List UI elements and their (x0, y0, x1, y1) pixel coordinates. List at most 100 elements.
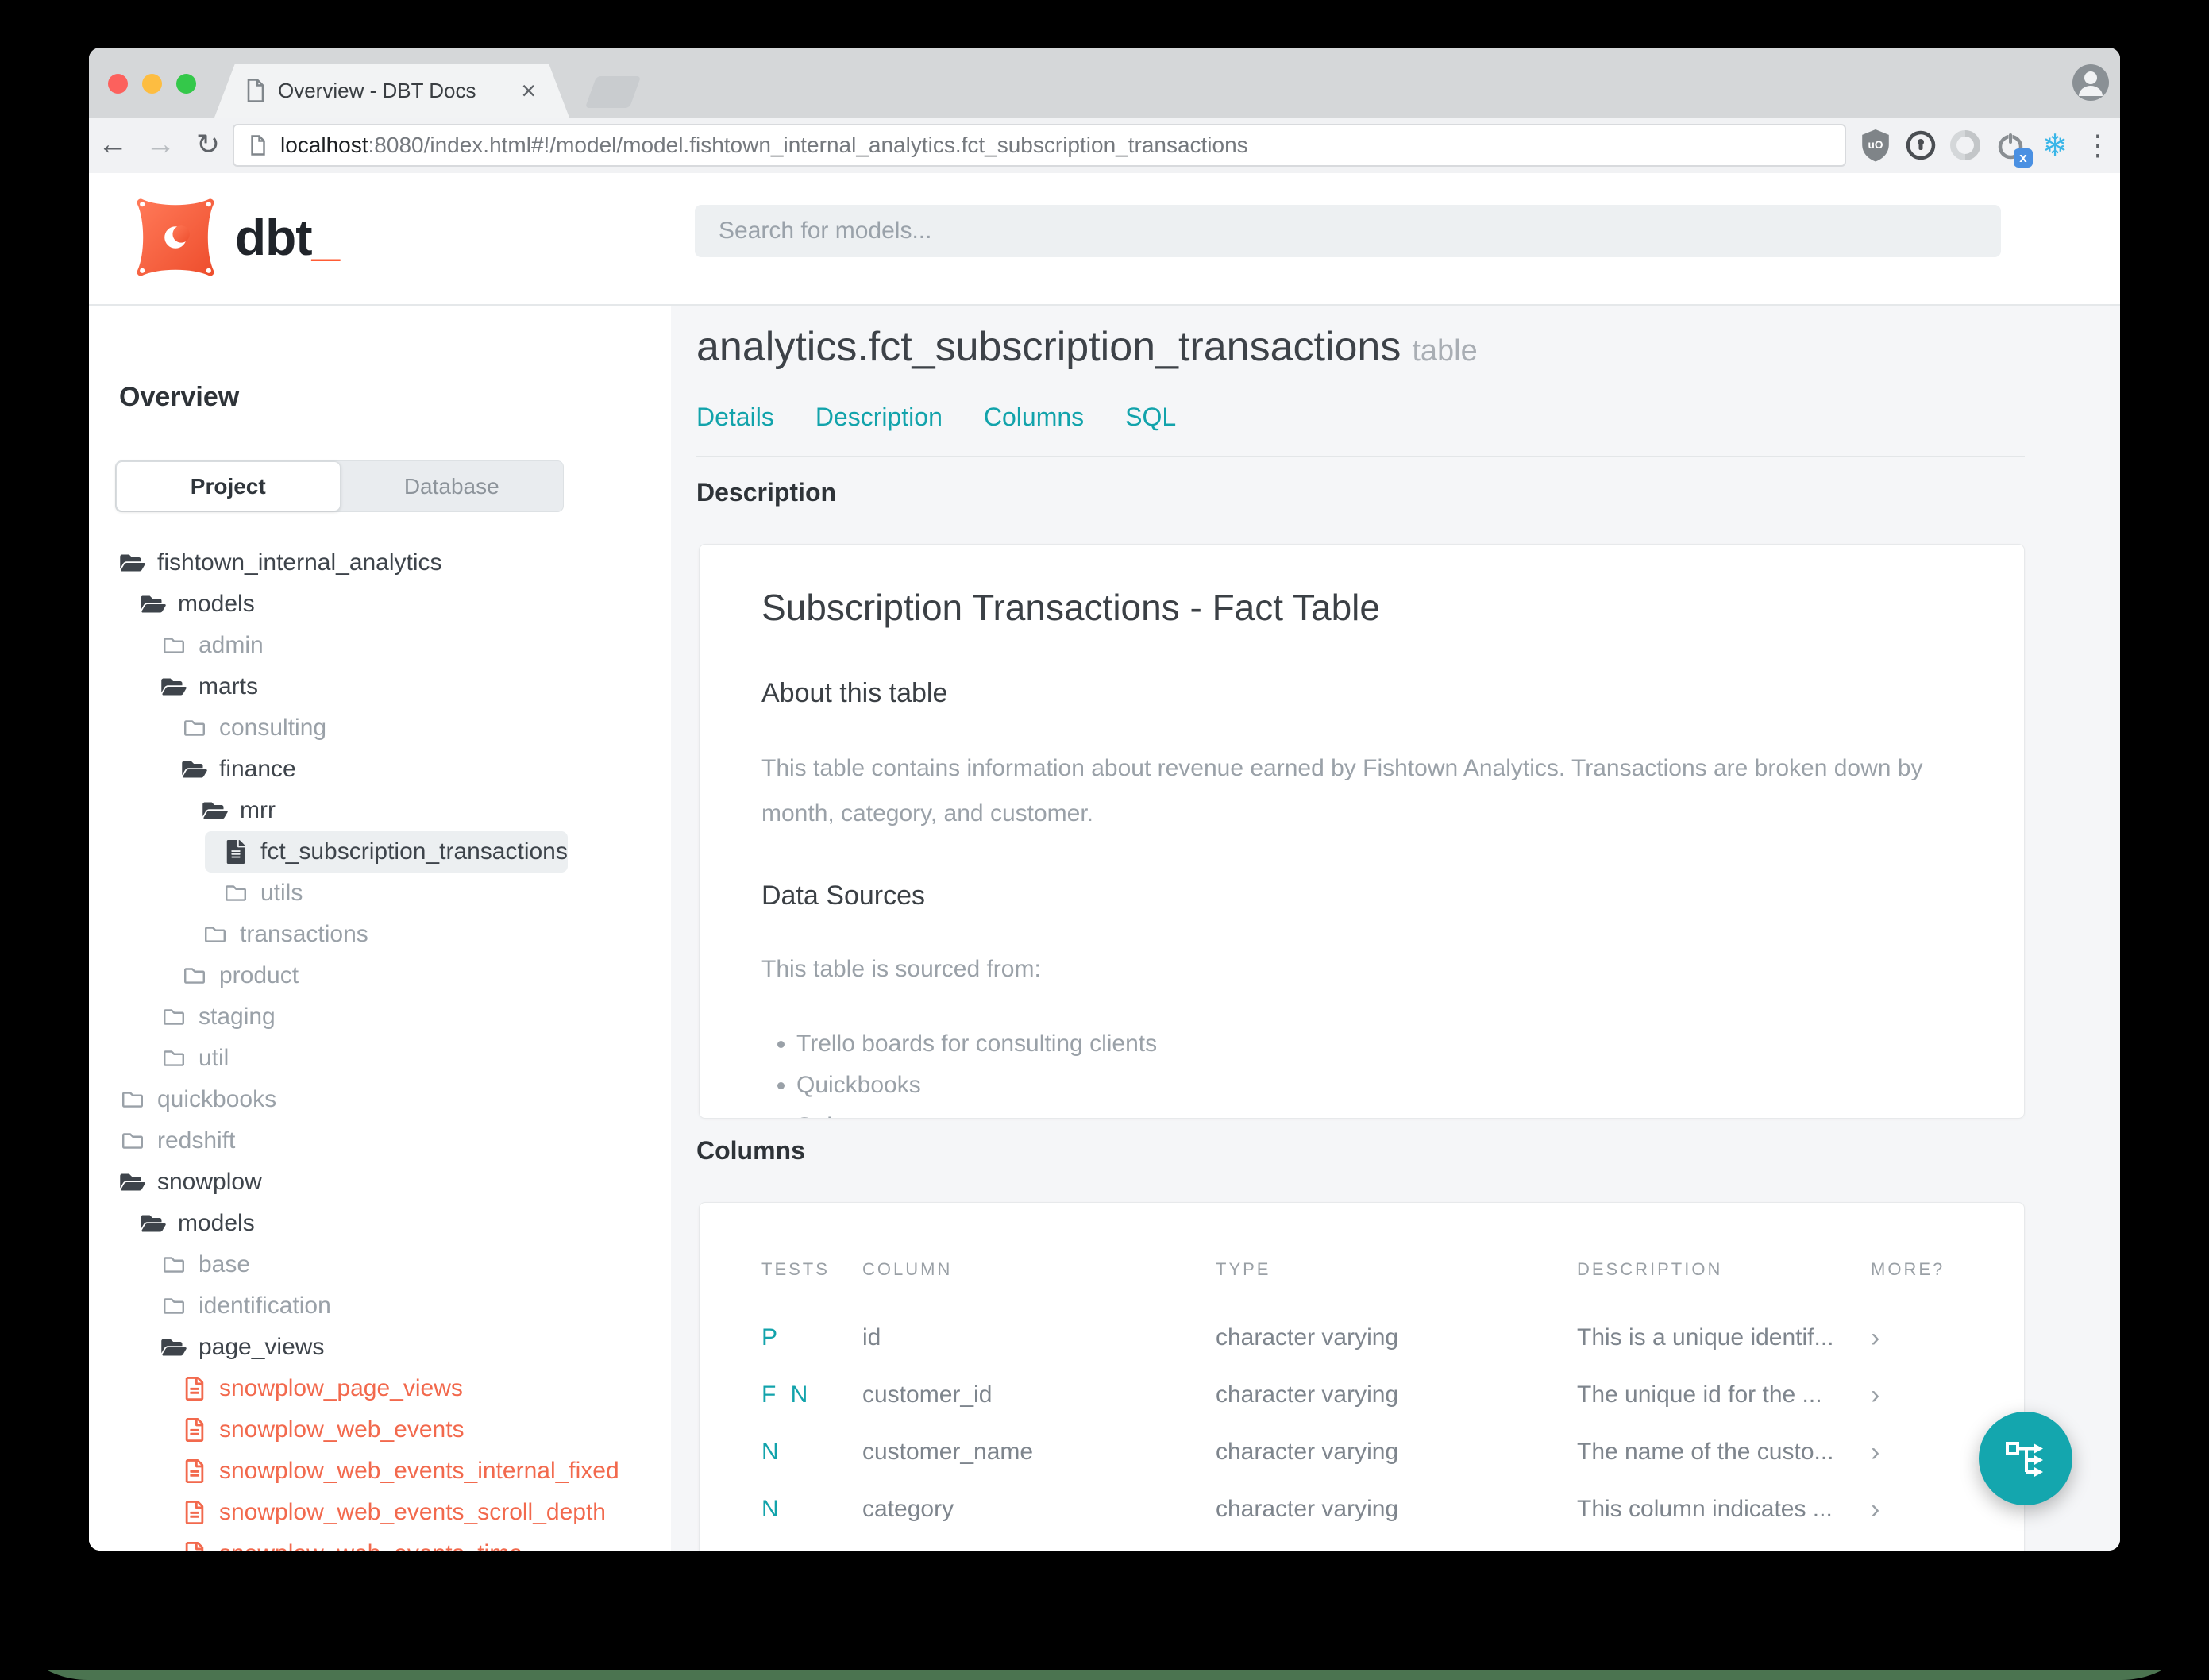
opera-style-extension-icon[interactable] (1946, 125, 1984, 166)
column-row-date_month[interactable]: Ndate_monthdateThis column indicates ...… (700, 1538, 2024, 1551)
back-button[interactable]: ← (95, 125, 130, 164)
forward-button[interactable]: → (143, 125, 178, 164)
file-solid-icon (222, 840, 249, 864)
description-section-heading: Description (696, 478, 837, 507)
folder-closed-icon (160, 1296, 187, 1316)
sidebar-tab-project[interactable]: Project (116, 461, 341, 511)
page-title: analytics.fct_subscription_transactions t… (696, 323, 2025, 371)
tree-item-snowplow_web_events[interactable]: snowplow_web_events (89, 1409, 671, 1451)
expand-row-icon[interactable]: › (1871, 1323, 1992, 1354)
data-sources-intro: This table is sourced from: (761, 956, 1041, 982)
cell-type: character varying (1216, 1381, 1399, 1408)
cell-tests: N (761, 1439, 783, 1465)
tree-item-page_views[interactable]: page_views (89, 1327, 671, 1368)
desktop-wallpaper-strip (0, 1670, 2209, 1680)
tree-item-snowplow_web_events_time[interactable]: snowplow_web_events_time (89, 1533, 671, 1551)
dbt-logo-text: dbt (235, 209, 312, 266)
tree-item-identification[interactable]: identification (89, 1285, 671, 1327)
new-tab-button[interactable] (584, 76, 642, 108)
search-input[interactable] (695, 205, 2001, 257)
model-nav-sql[interactable]: SQL (1125, 403, 1176, 432)
expand-row-icon[interactable]: › (1871, 1437, 1992, 1468)
tree-item-admin[interactable]: admin (89, 625, 671, 666)
minimize-window-button[interactable] (142, 74, 162, 94)
tree-item-transactions[interactable]: transactions (89, 914, 671, 955)
tree-item-util[interactable]: util (89, 1038, 671, 1079)
folder-closed-icon (222, 883, 249, 904)
tree-item-base[interactable]: base (89, 1244, 671, 1285)
tree-item-snowplow_page_views[interactable]: snowplow_page_views (89, 1368, 671, 1409)
tree-item-models[interactable]: models (89, 584, 671, 625)
tree-item-models[interactable]: models (89, 1203, 671, 1244)
folder-open-icon (140, 593, 167, 615)
tree-item-mrr[interactable]: mrr (89, 790, 671, 831)
browser-toolbar: ← → ↻ localhost:8080/index.html#!/model/… (89, 118, 2120, 173)
expand-row-icon[interactable]: › (1871, 1380, 1992, 1411)
tree-item-redshift[interactable]: redshift (89, 1120, 671, 1162)
lineage-graph-button[interactable] (1979, 1412, 2072, 1505)
tree-item-consulting[interactable]: consulting (89, 707, 671, 749)
screen-background: Overview - DBT Docs × ← → ↻ localhost:80… (0, 0, 2209, 1680)
data-source-item: Stripe (796, 1106, 1962, 1118)
browser-profile-avatar[interactable] (2072, 64, 2109, 101)
model-nav: Details Description Columns SQL (696, 403, 2025, 432)
snowflake-extension-icon[interactable]: ❄ (2036, 125, 2074, 166)
app-content: Overview Project Database fishtown_intern… (89, 306, 2120, 1551)
expand-row-icon[interactable]: › (1871, 1494, 1992, 1525)
close-window-button[interactable] (108, 74, 128, 94)
zoom-window-button[interactable] (176, 74, 196, 94)
tree-item-finance[interactable]: finance (89, 749, 671, 790)
file-outline-icon (181, 1501, 208, 1524)
data-source-item: Trello boards for consulting clients (796, 1023, 1962, 1065)
dbt-logo[interactable]: dbt _ (135, 197, 340, 278)
column-row-customer_name[interactable]: Ncustomer_name character varying The name … (700, 1424, 2024, 1481)
browser-tab[interactable]: Overview - DBT Docs × (214, 64, 569, 118)
cell-description: The unique id for the ... (1577, 1381, 1822, 1408)
tree-item-label: snowplow (157, 1169, 262, 1195)
sidebar-tab-database[interactable]: Database (341, 461, 564, 511)
cell-type: character varying (1216, 1496, 1399, 1522)
dbt-logo-cursor: _ (311, 209, 341, 266)
tree-item-staging[interactable]: staging (89, 996, 671, 1038)
model-nav-columns[interactable]: Columns (984, 403, 1084, 432)
data-sources-list: Trello boards for consulting clientsQuic… (796, 1023, 1962, 1118)
model-nav-details[interactable]: Details (696, 403, 774, 432)
tree-item-fct_subscription_transactions[interactable]: fct_subscription_transactions (205, 831, 568, 873)
data-sources-heading: Data Sources (761, 880, 925, 911)
model-type-badge: table (1412, 334, 1478, 368)
column-header-column: COLUMN (862, 1259, 953, 1279)
tree-item-snowplow_web_events_scroll_depth[interactable]: snowplow_web_events_scroll_depth (89, 1492, 671, 1533)
folder-closed-icon (160, 635, 187, 656)
ublock-extension-icon[interactable]: uO (1856, 125, 1895, 166)
tree-item-quickbooks[interactable]: quickbooks (89, 1079, 671, 1120)
browser-window: Overview - DBT Docs × ← → ↻ localhost:80… (89, 48, 2120, 1551)
window-controls (108, 74, 196, 94)
tree-item-snowplow_web_events_internal_fixed[interactable]: snowplow_web_events_internal_fixed (89, 1451, 671, 1492)
tree-item-marts[interactable]: marts (89, 666, 671, 707)
model-name: analytics.fct_subscription_transactions (696, 324, 1401, 370)
dbt-docs-header: dbt _ (89, 173, 2120, 306)
column-row-id[interactable]: Pid character varying This is a unique ide… (700, 1309, 2024, 1366)
address-bar[interactable]: localhost:8080/index.html#!/model/model.… (233, 124, 1846, 167)
column-row-customer_id[interactable]: F N customer_id character varying The uniqu… (700, 1366, 2024, 1424)
column-row-category[interactable]: Ncategory character varying This column in… (700, 1481, 2024, 1538)
tree-item-label: finance (219, 756, 296, 782)
reload-button[interactable]: ↻ (191, 125, 226, 164)
sidebar: Overview Project Database fishtown_intern… (89, 306, 671, 1551)
onepassword-extension-icon[interactable] (1902, 125, 1940, 166)
close-tab-icon[interactable]: × (521, 78, 536, 103)
tree-item-label: mrr (240, 797, 276, 823)
doc-title: Subscription Transactions - Fact Table (761, 587, 1380, 628)
tree-item-product[interactable]: product (89, 955, 671, 996)
power-extension-icon[interactable]: x (1991, 125, 2033, 168)
cell-column: customer_name (862, 1439, 1034, 1465)
browser-menu-icon[interactable]: ⋮ (2079, 125, 2117, 166)
model-nav-description[interactable]: Description (815, 403, 943, 432)
tree-item-utils[interactable]: utils (89, 873, 671, 914)
cell-description: The name of the custo... (1577, 1439, 1834, 1465)
cell-column: customer_id (862, 1381, 993, 1408)
tree-item-fishtown_internal_analytics[interactable]: fishtown_internal_analytics (89, 542, 671, 584)
data-source-item: Quickbooks (796, 1065, 1962, 1106)
tree-item-snowplow[interactable]: snowplow (89, 1162, 671, 1203)
folder-closed-icon (160, 1048, 187, 1069)
